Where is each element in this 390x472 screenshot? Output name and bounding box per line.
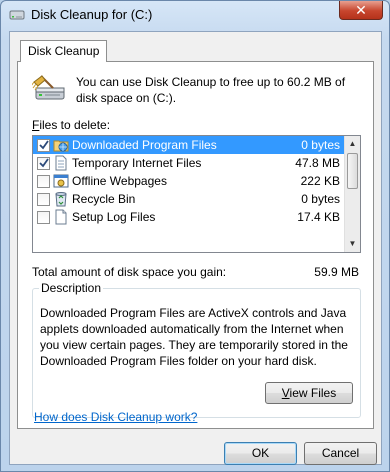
- checkbox[interactable]: [37, 211, 50, 224]
- item-size: 0 bytes: [301, 192, 340, 206]
- help-link[interactable]: How does Disk Cleanup work?: [34, 410, 197, 424]
- item-size: 0 bytes: [301, 138, 340, 152]
- total-value: 59.9 MB: [314, 265, 359, 279]
- offline-webpage-icon: [53, 173, 69, 189]
- tab-panel: You can use Disk Cleanup to free up to 6…: [17, 61, 374, 429]
- header-message: You can use Disk Cleanup to free up to 6…: [76, 75, 346, 105]
- disk-cleanup-icon: [30, 74, 66, 102]
- window-title: Disk Cleanup for (C:): [31, 7, 153, 22]
- scroll-thumb[interactable]: [347, 153, 358, 189]
- disk-cleanup-window: Disk Cleanup for (C:) ✕ Disk Cleanup You…: [0, 0, 390, 472]
- title-bar[interactable]: Disk Cleanup for (C:) ✕: [1, 1, 389, 29]
- dialog-client-area: Disk Cleanup You can use Disk Cleanup to…: [9, 31, 382, 465]
- folder-globe-icon: [53, 137, 69, 153]
- item-size: 47.8 MB: [295, 156, 340, 170]
- item-name: Offline Webpages: [72, 174, 167, 188]
- scroll-down-icon[interactable]: ▼: [345, 236, 360, 252]
- log-file-icon: [53, 209, 69, 225]
- view-files-button[interactable]: View Files: [265, 382, 353, 404]
- description-text: Downloaded Program Files are ActiveX con…: [40, 306, 348, 368]
- checkbox[interactable]: [37, 139, 50, 152]
- tab-disk-cleanup[interactable]: Disk Cleanup: [20, 40, 108, 62]
- files-to-delete-label: Files to delete:: [32, 118, 111, 132]
- checkbox[interactable]: [37, 157, 50, 170]
- checkbox[interactable]: [37, 193, 50, 206]
- scroll-up-icon[interactable]: ▲: [345, 136, 360, 152]
- item-name: Recycle Bin: [72, 192, 136, 206]
- item-name: Setup Log Files: [72, 210, 156, 224]
- list-item[interactable]: Recycle Bin 0 bytes: [33, 190, 346, 208]
- document-icon: [53, 155, 69, 171]
- disk-drive-icon: [9, 8, 25, 22]
- cancel-button[interactable]: Cancel: [304, 442, 377, 465]
- total-label: Total amount of disk space you gain:: [32, 265, 227, 279]
- list-item[interactable]: Offline Webpages 222 KB: [33, 172, 346, 190]
- close-icon: ✕: [355, 2, 367, 18]
- ok-button[interactable]: OK: [224, 442, 297, 465]
- close-button[interactable]: ✕: [339, 1, 383, 20]
- checkbox[interactable]: [37, 175, 50, 188]
- item-size: 222 KB: [300, 174, 340, 188]
- description-title: Description: [39, 281, 104, 295]
- description-group: Description Downloaded Program Files are…: [32, 281, 361, 418]
- files-list[interactable]: Downloaded Program Files 0 bytes Tempora…: [32, 135, 361, 253]
- recycle-bin-icon: [53, 191, 69, 207]
- item-name: Downloaded Program Files: [72, 138, 217, 152]
- item-size: 17.4 KB: [297, 210, 340, 224]
- list-scrollbar[interactable]: ▲ ▼: [344, 136, 360, 252]
- list-item[interactable]: Downloaded Program Files 0 bytes: [33, 136, 346, 154]
- list-item[interactable]: Temporary Internet Files 47.8 MB: [33, 154, 346, 172]
- item-name: Temporary Internet Files: [72, 156, 202, 170]
- list-item[interactable]: Setup Log Files 17.4 KB: [33, 208, 346, 226]
